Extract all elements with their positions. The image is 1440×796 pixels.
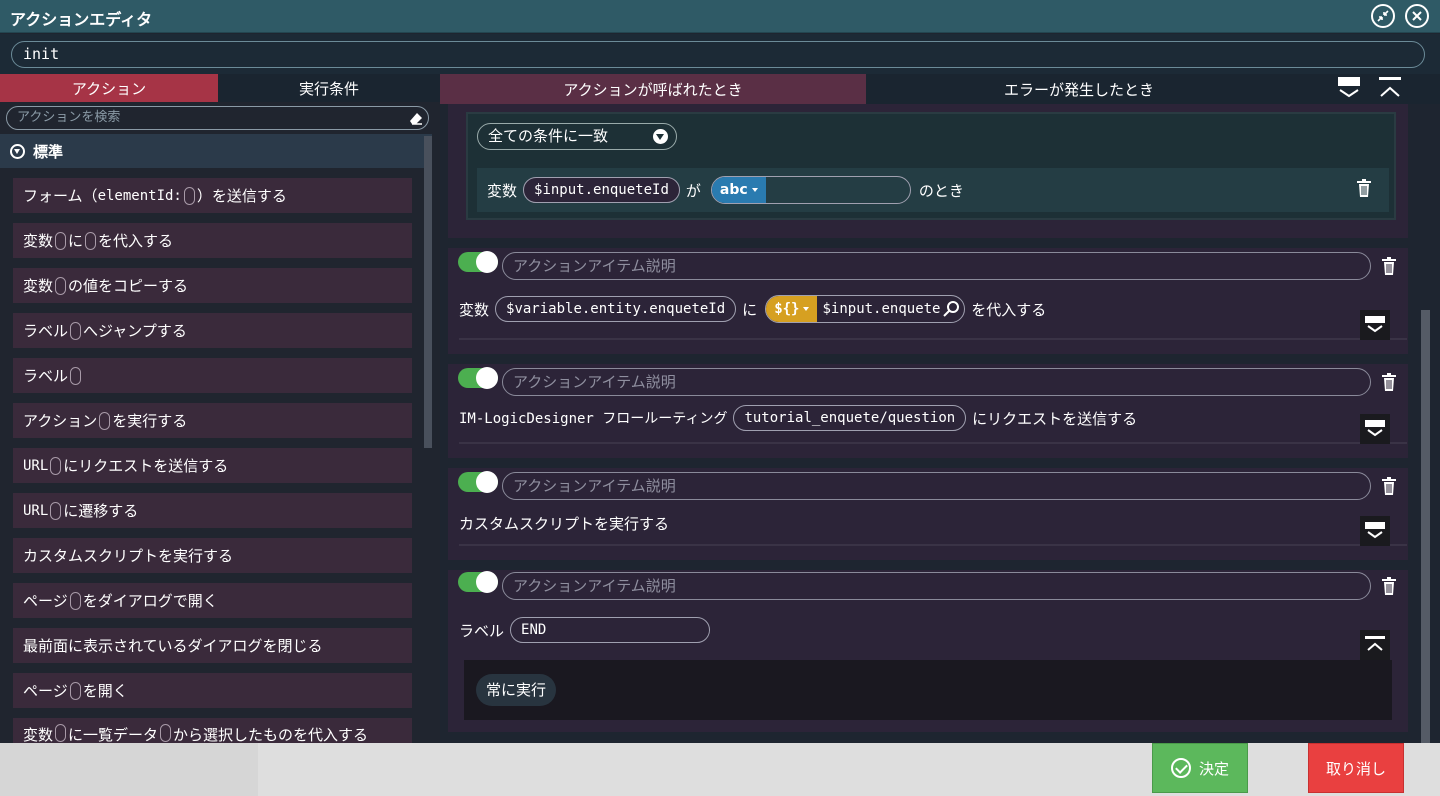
eraser-icon[interactable]	[408, 110, 424, 126]
expand-item-button[interactable]	[1360, 516, 1390, 546]
enable-toggle[interactable]	[458, 471, 498, 493]
caret-icon	[751, 188, 758, 192]
assign-value-field[interactable]: ${} $input.enquete	[765, 295, 966, 323]
action-library: アクションを検索 標準 フォーム（ elementId: ）を送信する 変数にを代入…	[0, 102, 440, 743]
ok-button[interactable]: 決定	[1152, 743, 1248, 793]
tab-actions[interactable]: アクション	[0, 74, 218, 102]
flow-scrollbar[interactable]	[1421, 310, 1430, 743]
library-item-jump-label[interactable]: ラベル へジャンプする	[13, 313, 412, 348]
trash-icon[interactable]	[1381, 372, 1397, 392]
expand-item-button[interactable]	[1360, 310, 1390, 340]
collapse-item-button[interactable]	[1360, 630, 1390, 660]
category-label: 標準	[33, 142, 64, 161]
library-item-submit-form[interactable]: フォーム（ elementId: ）を送信する	[13, 178, 412, 213]
library-item-copy-variable[interactable]: 変数 の値をコピーする	[13, 268, 412, 303]
action-search-input[interactable]: アクションを検索	[6, 106, 429, 130]
slot-icon	[69, 591, 81, 610]
item-description-input[interactable]: アクションアイテム説明	[502, 472, 1371, 500]
library-item-custom-script[interactable]: カスタムスクリプトを実行する	[13, 538, 412, 573]
match-select[interactable]: 全ての条件に一致	[477, 123, 677, 150]
library-item-open-dialog[interactable]: ページ をダイアログで開く	[13, 583, 412, 618]
action-name-row: init	[0, 34, 1440, 74]
action-name-input[interactable]: init	[11, 41, 1425, 68]
enable-toggle[interactable]	[458, 571, 498, 593]
library-scrollbar[interactable]	[424, 136, 432, 448]
type-selector[interactable]: abc	[711, 177, 766, 203]
caret-icon	[803, 307, 810, 311]
condition-card: 全ての条件に一致 変数 $input.enqueteId が abc のとき	[448, 104, 1408, 238]
action-item-script: アクションアイテム説明 カスタムスクリプトを実行する	[448, 468, 1408, 560]
search-placeholder: アクションを検索	[17, 110, 121, 125]
route-field[interactable]: tutorial_enquete/question	[733, 405, 967, 431]
slot-icon	[55, 724, 67, 742]
action-item-label: アクションアイテム説明 ラベル END 常に実行	[448, 570, 1408, 732]
library-item-assign-variable[interactable]: 変数にを代入する	[13, 223, 412, 258]
slot-icon	[85, 231, 97, 250]
expand-all-icon[interactable]	[1378, 76, 1402, 100]
type-selector[interactable]: ${}	[766, 296, 818, 322]
chevron-up-icon	[1365, 636, 1385, 651]
slot-icon	[99, 411, 111, 430]
condition-area: 常に実行	[464, 660, 1392, 720]
window-title: アクションエディタ	[10, 10, 153, 29]
condition-variable-field[interactable]: $input.enqueteId	[523, 177, 680, 203]
chevron-down-icon	[1365, 316, 1385, 333]
enable-toggle[interactable]	[458, 251, 498, 273]
slot-icon	[160, 724, 172, 742]
library-item-label[interactable]: ラベル	[13, 358, 412, 393]
condition-value-field[interactable]: abc	[710, 176, 911, 204]
library-item-url-navigate[interactable]: URL に遷移する	[13, 493, 412, 528]
slot-icon	[70, 321, 82, 340]
slot-icon	[70, 366, 82, 385]
slot-icon	[69, 681, 81, 700]
item-description-input[interactable]: アクションアイテム説明	[502, 572, 1371, 600]
close-icon[interactable]	[1405, 4, 1429, 28]
enable-toggle[interactable]	[458, 367, 498, 389]
trash-icon[interactable]	[1381, 256, 1397, 276]
chevron-down-icon	[1365, 420, 1385, 437]
cancel-button[interactable]: 取り消し	[1308, 743, 1404, 793]
collapse-icon	[10, 143, 25, 159]
library-item-open-page[interactable]: ページ を開く	[13, 673, 412, 708]
action-flow: 全ての条件に一致 変数 $input.enqueteId が abc のとき ア…	[440, 104, 1440, 743]
condition-row: 変数 $input.enqueteId が abc のとき	[477, 168, 1389, 212]
title-bar: アクションエディタ	[0, 0, 1440, 33]
tab-conditions[interactable]: 実行条件	[218, 74, 440, 102]
condition-box: 全ての条件に一致 変数 $input.enqueteId が abc のとき	[466, 112, 1396, 220]
item-description-input[interactable]: アクションアイテム説明	[502, 252, 1371, 280]
footer: 決定 取り消し	[0, 743, 1440, 796]
action-item-request: アクションアイテム説明 IM-LogicDesigner フロールーティング t…	[448, 364, 1408, 458]
action-item-assign: アクションアイテム説明 変数 $variable.entity.enqueteI…	[448, 248, 1408, 354]
trash-icon[interactable]	[1381, 476, 1397, 496]
trash-icon[interactable]	[1356, 178, 1372, 198]
library-item-run-action[interactable]: アクション を実行する	[13, 403, 412, 438]
item-description-input[interactable]: アクションアイテム説明	[502, 368, 1371, 396]
tab-on-called[interactable]: アクションが呼ばれたとき	[440, 74, 866, 104]
chevron-down-icon	[1365, 522, 1385, 539]
category-header[interactable]: 標準	[0, 134, 432, 168]
slot-icon	[183, 186, 195, 205]
collapse-all-icon[interactable]	[1337, 76, 1361, 100]
label-name-field[interactable]: END	[510, 617, 711, 643]
expand-item-button[interactable]	[1360, 414, 1390, 444]
slot-icon	[50, 501, 62, 520]
slot-icon	[55, 276, 67, 295]
assign-variable-field[interactable]: $variable.entity.enqueteId	[495, 296, 737, 322]
check-icon	[1170, 758, 1191, 778]
dropdown-icon	[653, 129, 668, 144]
library-item-assign-from-list[interactable]: 変数 に一覧データ から選択したものを代入する	[13, 718, 412, 743]
library-item-close-dialog[interactable]: 最前面に表示されているダイアログを閉じる	[13, 628, 412, 663]
library-item-url-request[interactable]: URL にリクエストを送信する	[13, 448, 412, 483]
variable-label: 変数	[487, 181, 518, 200]
minimize-icon[interactable]	[1371, 4, 1395, 28]
trash-icon[interactable]	[1381, 576, 1397, 596]
search-icon[interactable]	[941, 299, 961, 319]
slot-icon	[50, 456, 62, 475]
always-run-badge[interactable]: 常に実行	[476, 674, 557, 706]
slot-icon	[55, 231, 67, 250]
